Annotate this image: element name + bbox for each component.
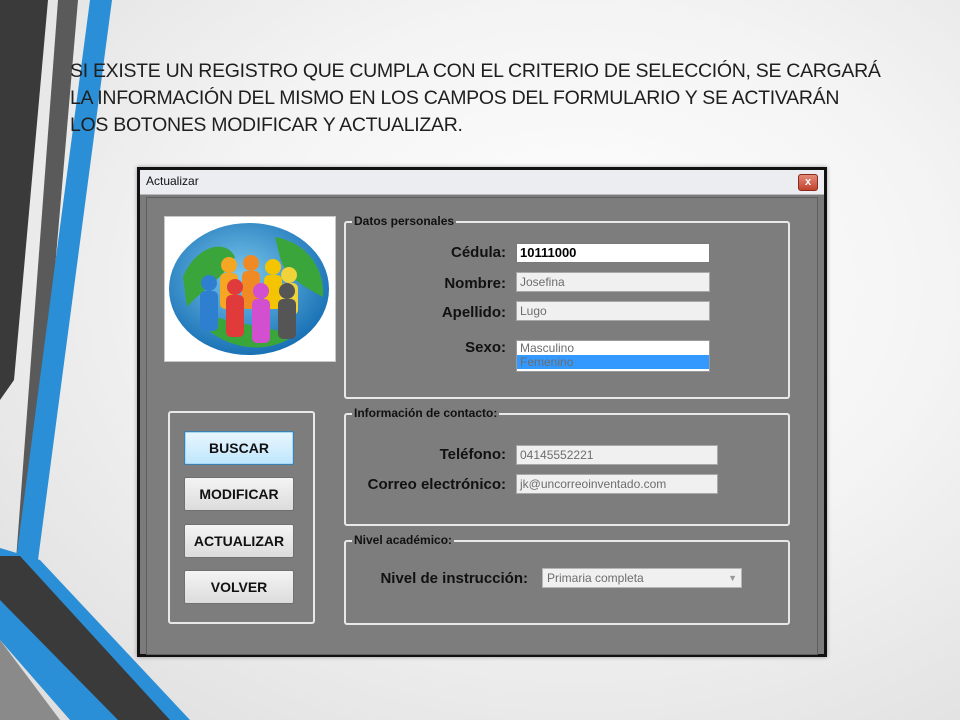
contacto-group: Información de contacto: Teléfono: 04145… bbox=[344, 406, 790, 526]
apellido-label: Apellido: bbox=[441, 304, 506, 321]
nombre-label: Nombre: bbox=[444, 275, 506, 292]
headline-line-1: SI EXISTE UN REGISTRO QUE CUMPLA CON EL … bbox=[70, 60, 881, 82]
telefono-field[interactable]: 04145552221 bbox=[516, 445, 718, 465]
chevron-down-icon[interactable]: ▼ bbox=[728, 569, 737, 587]
actions-group: BUSCAR MODIFICAR ACTUALIZAR VOLVER bbox=[168, 411, 315, 624]
window-title: Actualizar bbox=[146, 174, 199, 188]
academico-title: Nivel académico: bbox=[352, 533, 455, 547]
sexo-option-masculino[interactable]: Masculino bbox=[517, 341, 709, 355]
slide-headline: SI EXISTE UN REGISTRO QUE CUMPLA CON EL … bbox=[70, 58, 930, 139]
nivel-label: Nivel de instrucción: bbox=[380, 570, 528, 587]
close-icon: x bbox=[804, 176, 812, 188]
volver-button[interactable]: VOLVER bbox=[184, 570, 294, 604]
datos-personales-title: Datos personales bbox=[352, 214, 457, 228]
correo-field[interactable]: jk@uncorreoinventado.com bbox=[516, 474, 718, 494]
dark-stripe bbox=[0, 0, 48, 400]
sexo-option-femenino[interactable]: Femenino bbox=[517, 355, 709, 369]
nivel-combobox[interactable]: Primaria completa ▼ bbox=[542, 568, 742, 588]
sexo-label: Sexo: bbox=[465, 339, 506, 356]
light-corner bbox=[0, 640, 60, 720]
people-globe-icon bbox=[164, 216, 336, 362]
telefono-label: Teléfono: bbox=[439, 446, 506, 463]
contacto-title: Información de contacto: bbox=[352, 406, 500, 420]
form-client-area: Datos personales Cédula: 10111000 Nombre… bbox=[146, 197, 818, 655]
cedula-label: Cédula: bbox=[450, 244, 506, 261]
headline-line-2: LA INFORMACIÓN DEL MISMO EN LOS CAMPOS D… bbox=[70, 87, 840, 109]
close-button[interactable]: x bbox=[798, 174, 818, 191]
gray-stripe bbox=[16, 0, 78, 560]
buscar-button[interactable]: BUSCAR bbox=[184, 431, 294, 465]
cedula-field[interactable]: 10111000 bbox=[516, 243, 710, 263]
correo-label: Correo electrónico: bbox=[367, 476, 506, 493]
nombre-field[interactable]: Josefina bbox=[516, 272, 710, 292]
sexo-listbox[interactable]: Masculino Femenino bbox=[516, 340, 710, 372]
datos-personales-group: Datos personales Cédula: 10111000 Nombre… bbox=[344, 214, 790, 399]
actualizar-button[interactable]: ACTUALIZAR bbox=[184, 524, 294, 558]
apellido-field[interactable]: Lugo bbox=[516, 301, 710, 321]
modificar-button[interactable]: MODIFICAR bbox=[184, 477, 294, 511]
actualizar-window: Actualizar x Datos personales Cédula: 10… bbox=[137, 167, 827, 657]
window-titlebar[interactable]: Actualizar x bbox=[140, 170, 824, 195]
nivel-value: Primaria completa bbox=[547, 571, 644, 585]
headline-line-3: LOS BOTONES MODIFICAR Y ACTUALIZAR. bbox=[70, 114, 463, 136]
academico-group: Nivel académico: Nivel de instrucción: P… bbox=[344, 533, 790, 625]
